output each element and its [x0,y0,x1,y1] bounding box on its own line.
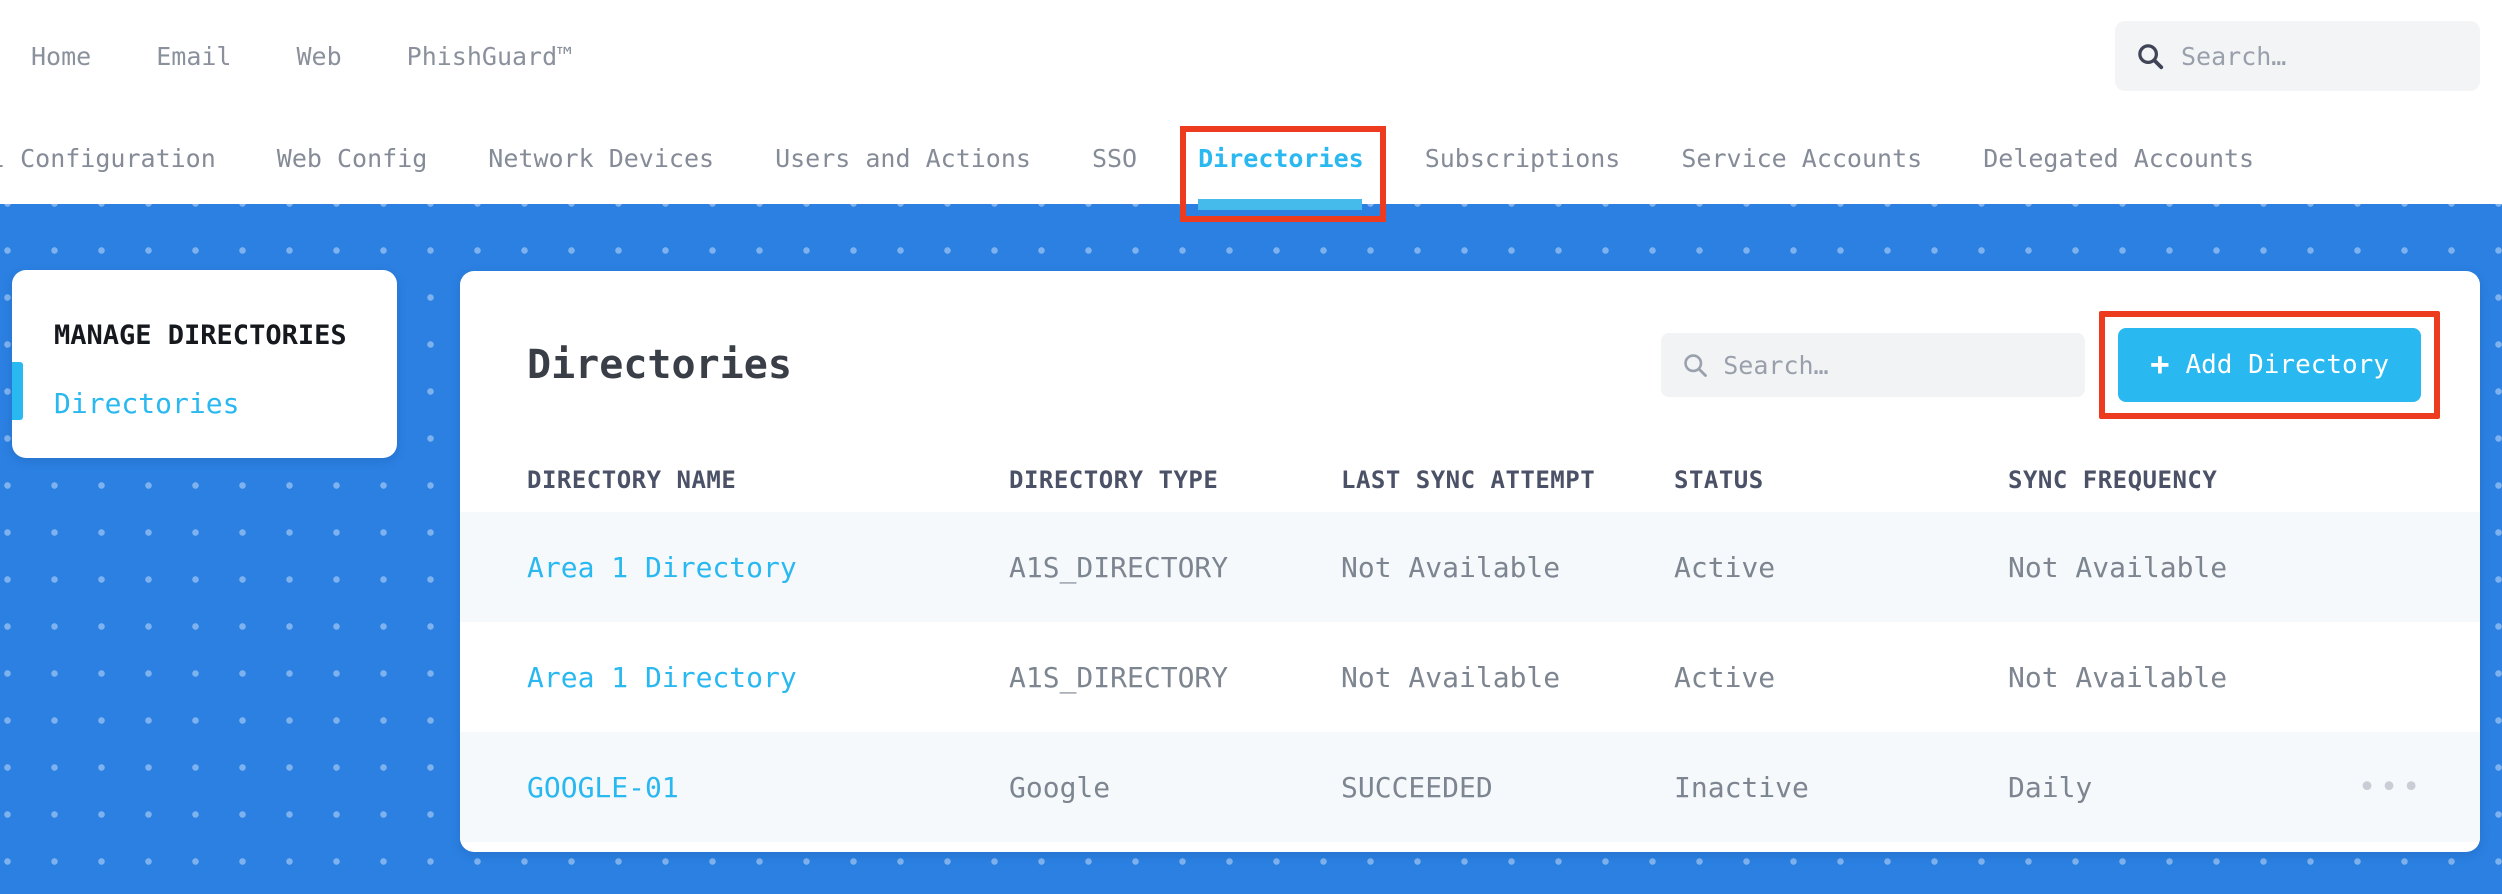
topnav-web[interactable]: Web [296,42,341,71]
directories-search-input[interactable] [1723,350,2066,380]
settings-tab-bar: l Configuration Web Config Network Devic… [0,112,2502,222]
search-icon [1681,351,1709,379]
last-sync-cell: Not Available [1341,550,1561,584]
tab-web-config[interactable]: Web Config [277,112,428,204]
tab-network-devices[interactable]: Network Devices [488,112,714,204]
last-sync-cell: Not Available [1341,660,1561,694]
active-item-indicator [12,362,23,420]
search-icon [2135,41,2165,71]
topnav-email[interactable]: Email [156,42,231,71]
status-cell: Inactive [1674,770,1809,804]
table-row: GOOGLE-01 Google SUCCEEDED Inactive Dail… [460,732,2480,842]
app-window: Home Email Web PhishGuard™ l Configurati… [0,0,2502,894]
table-row: Area 1 Directory A1S_DIRECTORY Not Avail… [460,512,2480,622]
sync-frequency-cell: Daily [2008,770,2093,804]
manage-directories-card: MANAGE DIRECTORIES Directories [12,270,397,458]
global-search-input[interactable] [2181,41,2460,71]
sync-frequency-cell: Not Available [2008,660,2228,694]
active-tab-underline [1198,199,1362,210]
col-sync-frequency: SYNC FREQUENCY [2008,466,2218,494]
tab-delegated-accounts[interactable]: Delegated Accounts [1983,112,2254,204]
tab-directories[interactable]: Directories [1180,112,1386,222]
col-directory-type: DIRECTORY TYPE [1009,466,1219,494]
table-header-row: DIRECTORY NAME DIRECTORY TYPE LAST SYNC … [527,448,2440,512]
tab-directories-label: Directories [1198,143,1364,173]
col-status: STATUS [1674,466,1764,494]
tab-service-accounts[interactable]: Service Accounts [1681,112,1922,204]
directory-type-cell: A1S_DIRECTORY [1009,550,1229,584]
directory-type-cell: A1S_DIRECTORY [1009,660,1229,694]
top-bar: Home Email Web PhishGuard™ [0,0,2502,112]
topnav-home[interactable]: Home [31,42,91,71]
directory-type-cell: Google [1009,770,1111,804]
directories-table: DIRECTORY NAME DIRECTORY TYPE LAST SYNC … [460,448,2480,842]
table-row: Area 1 Directory A1S_DIRECTORY Not Avail… [460,622,2480,732]
status-cell: Active [1674,550,1776,584]
page-title: Directories [527,342,792,388]
directory-name-link[interactable]: GOOGLE-01 [527,771,1009,804]
last-sync-cell: SUCCEEDED [1341,770,1493,804]
table-body: Area 1 Directory A1S_DIRECTORY Not Avail… [460,512,2480,842]
status-cell: Active [1674,660,1776,694]
tab-users-and-actions[interactable]: Users and Actions [775,112,1031,204]
topnav-phishguard[interactable]: PhishGuard™ [407,42,573,71]
global-search[interactable] [2115,21,2480,91]
add-directory-button[interactable]: + Add Directory [2118,328,2421,402]
row-actions-icon[interactable]: ••• [2358,770,2424,805]
plus-icon: + [2150,344,2170,383]
annotation-box-add-directory: + Add Directory [2099,311,2440,419]
col-last-sync-attempt: LAST SYNC ATTEMPT [1341,466,1596,494]
add-directory-label: Add Directory [2185,350,2390,380]
tab-email-configuration[interactable]: l Configuration [0,112,216,204]
col-directory-name: DIRECTORY NAME [527,466,737,494]
workspace-background: MANAGE DIRECTORIES Directories Directori… [0,204,2502,894]
directories-panel: Directories + [460,271,2480,852]
directory-name-link[interactable]: Area 1 Directory [527,551,1009,584]
tab-sso[interactable]: SSO [1092,112,1137,204]
sidebar-item-directories[interactable]: Directories [54,387,397,420]
sync-frequency-cell: Not Available [2008,550,2228,584]
side-card-title: MANAGE DIRECTORIES [54,320,347,351]
directory-name-link[interactable]: Area 1 Directory [527,661,1009,694]
tab-subscriptions[interactable]: Subscriptions [1425,112,1621,204]
directories-search[interactable] [1661,333,2086,397]
